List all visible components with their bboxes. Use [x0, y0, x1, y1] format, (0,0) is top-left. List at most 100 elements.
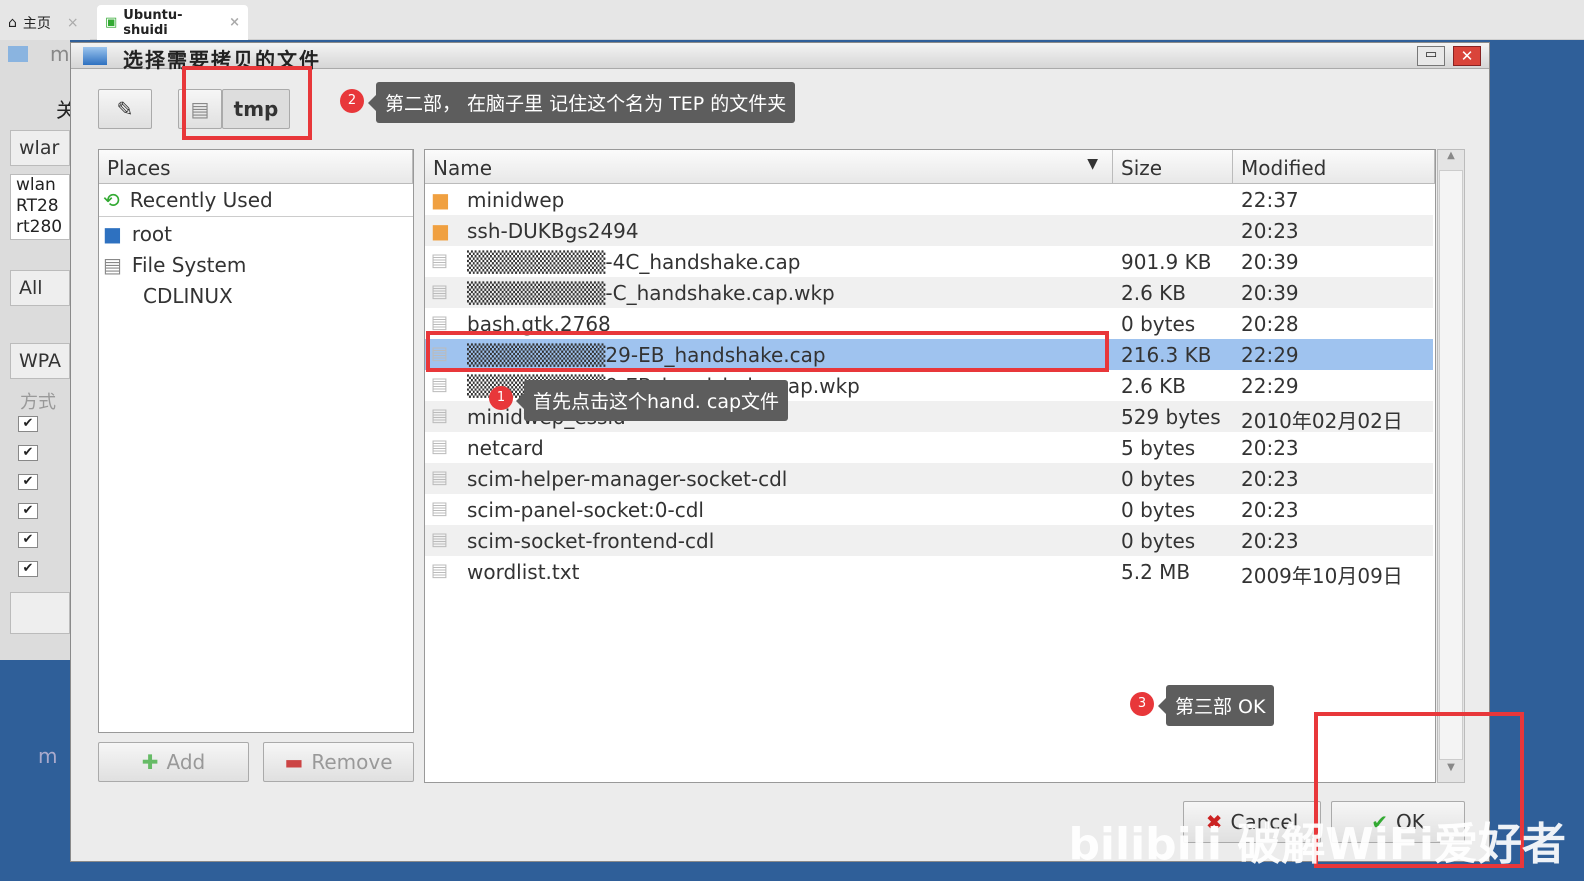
- annotation-highlight-file: [426, 331, 1109, 372]
- interface-list[interactable]: wlan RT28 rt280: [10, 174, 70, 240]
- place-recently-used[interactable]: ⟲ Recently Used: [103, 184, 273, 215]
- place-root[interactable]: ■ root: [103, 218, 172, 249]
- checkbox[interactable]: ✔: [18, 561, 38, 577]
- column-header-name[interactable]: Name ▼: [425, 150, 1113, 184]
- file-size: 2.6 KB: [1121, 374, 1186, 398]
- divider: [99, 216, 413, 217]
- file-modified: 2009年10月09日: [1241, 564, 1403, 588]
- home-folder-icon: ■: [103, 221, 122, 246]
- file-icon: ▤: [431, 374, 449, 395]
- file-icon: ▤: [431, 467, 449, 488]
- file-row[interactable]: ▤ ▒▒▒▒▒▒▒▒▒-4C_handshake.cap 901.9 KB 20:39: [425, 246, 1433, 277]
- background-button[interactable]: [10, 592, 70, 634]
- file-modified: 20:23: [1241, 529, 1299, 553]
- file-modified: 20:39: [1241, 250, 1299, 274]
- file-name: minidwep: [467, 188, 565, 212]
- pencil-icon: ✎: [116, 97, 134, 121]
- plus-icon: ✚: [141, 750, 159, 774]
- add-button[interactable]: ✚ Add: [98, 742, 249, 782]
- file-modified: 20:23: [1241, 219, 1299, 243]
- checkbox[interactable]: ✔: [18, 503, 38, 519]
- annotation-highlight-path: [182, 66, 312, 140]
- file-icon: ▤: [431, 436, 449, 457]
- checkbox[interactable]: ✔: [18, 474, 38, 490]
- file-row[interactable]: ■ ssh-DUKBgs2494 20:23: [425, 215, 1433, 246]
- file-modified: 22:29: [1241, 343, 1299, 367]
- file-name: scim-panel-socket:0-cdl: [467, 498, 704, 522]
- file-row[interactable]: ▤ scim-socket-frontend-cdl 0 bytes 20:23: [425, 525, 1433, 556]
- file-row[interactable]: ■ minidwep 22:37: [425, 184, 1433, 215]
- file-list: Name ▼ Size Modified ■ minidwep 22:37 ■ ssh-D…: [424, 149, 1436, 783]
- file-modified: 22:29: [1241, 374, 1299, 398]
- file-name: scim-helper-manager-socket-cdl: [467, 467, 788, 491]
- file-chooser-dialog: 选择需要拷贝的文件 ▭ ✕ ✎ ▤ tmp Places ⟲ Recently U…: [70, 42, 1490, 862]
- file-row[interactable]: ▤ scim-helper-manager-socket-cdl 0 bytes 20…: [425, 463, 1433, 494]
- close-icon[interactable]: ×: [67, 15, 79, 31]
- file-name: netcard: [467, 436, 544, 460]
- column-header-modified[interactable]: Modified: [1233, 150, 1435, 184]
- file-size: 0 bytes: [1121, 498, 1196, 522]
- place-cdlinux[interactable]: CDLINUX: [143, 280, 233, 311]
- folder-icon: [83, 47, 107, 65]
- browser-tab-bar: ⌂ 主页 × ▣ Ubuntu-shuidi ×: [0, 0, 1584, 40]
- maximize-button[interactable]: ▭: [1417, 46, 1445, 66]
- file-icon: ▤: [431, 498, 449, 519]
- file-modified: 22:37: [1241, 188, 1299, 212]
- place-file-system[interactable]: ▤ File System: [103, 249, 246, 280]
- vertical-scrollbar[interactable]: ▲ ▼: [1437, 149, 1465, 783]
- file-icon: ▤: [431, 281, 449, 302]
- file-modified: 20:23: [1241, 467, 1299, 491]
- folder-icon: [8, 46, 28, 62]
- file-modified: 2010年02月02日: [1241, 409, 1403, 433]
- tab-home[interactable]: ⌂ 主页 ×: [0, 5, 90, 40]
- encryption-button[interactable]: WPA: [10, 343, 70, 379]
- folder-icon: ■: [431, 219, 450, 243]
- file-name: scim-socket-frontend-cdl: [467, 529, 715, 553]
- home-icon: ⌂: [8, 14, 17, 31]
- channel-button[interactable]: All: [10, 270, 70, 306]
- checkbox[interactable]: ✔: [18, 532, 38, 548]
- places-header[interactable]: Places: [99, 150, 413, 184]
- sort-down-icon: ▼: [1087, 156, 1098, 172]
- file-icon: ▤: [431, 560, 449, 581]
- annotation-badge: 1: [489, 386, 513, 410]
- close-button[interactable]: ✕: [1453, 46, 1481, 66]
- file-size: 216.3 KB: [1121, 343, 1212, 367]
- file-name: wordlist.txt: [467, 560, 580, 584]
- file-size: 0 bytes: [1121, 312, 1196, 336]
- vm-icon: ▣: [105, 15, 118, 30]
- file-name: ssh-DUKBgs2494: [467, 219, 639, 243]
- file-modified: 20:23: [1241, 498, 1299, 522]
- background-window: m 关 wlar wlan RT28 rt280 All WPA 方式 ✔ ✔ ✔ …: [0, 40, 76, 660]
- annotation-badge: 3: [1130, 692, 1154, 716]
- close-icon[interactable]: ×: [229, 15, 240, 30]
- scroll-up-arrow[interactable]: ▲: [1438, 150, 1464, 170]
- watermark: bilibili 破解WiFi爱好者: [1068, 819, 1566, 870]
- checkbox[interactable]: ✔: [18, 416, 38, 432]
- annotation-tooltip: 第三部 OK: [1157, 685, 1275, 726]
- file-size: 901.9 KB: [1121, 250, 1212, 274]
- file-size: 5 bytes: [1121, 436, 1196, 460]
- type-location-button[interactable]: ✎: [98, 89, 152, 129]
- annotation-badge: 2: [340, 89, 364, 113]
- column-header-size[interactable]: Size: [1113, 150, 1233, 184]
- file-icon: ▤: [431, 529, 449, 550]
- interface-button[interactable]: wlar: [10, 130, 70, 166]
- annotation-tooltip: 第二部， 在脑子里 记住这个名为 TEP 的文件夹: [367, 82, 796, 123]
- file-size: 5.2 MB: [1121, 560, 1191, 584]
- file-modified: 20:23: [1241, 436, 1299, 460]
- minus-icon: ▬: [284, 750, 304, 774]
- file-row[interactable]: ▤ wordlist.txt 5.2 MB 2009年10月09日: [425, 556, 1433, 588]
- file-row[interactable]: ▤ netcard 5 bytes 20:23: [425, 432, 1433, 463]
- file-name: ▒▒▒▒▒▒▒▒▒-4C_handshake.cap: [467, 250, 801, 274]
- tab-ubuntu-shuidi[interactable]: ▣ Ubuntu-shuidi ×: [97, 5, 248, 40]
- file-row[interactable]: ▤ ▒▒▒▒▒▒▒▒▒-C_handshake.cap.wkp 2.6 KB 20:3…: [425, 277, 1433, 308]
- file-modified: 20:28: [1241, 312, 1299, 336]
- file-size: 0 bytes: [1121, 467, 1196, 491]
- checkbox[interactable]: ✔: [18, 445, 38, 461]
- file-name: ▒▒▒▒▒▒▒▒▒-C_handshake.cap.wkp: [467, 281, 835, 305]
- file-row[interactable]: ▤ scim-panel-socket:0-cdl 0 bytes 20:23: [425, 494, 1433, 525]
- remove-button[interactable]: ▬ Remove: [263, 742, 414, 782]
- scrollbar-thumb[interactable]: [1439, 170, 1463, 760]
- annotation-tooltip: 首先点击这个hand. cap文件: [515, 380, 789, 421]
